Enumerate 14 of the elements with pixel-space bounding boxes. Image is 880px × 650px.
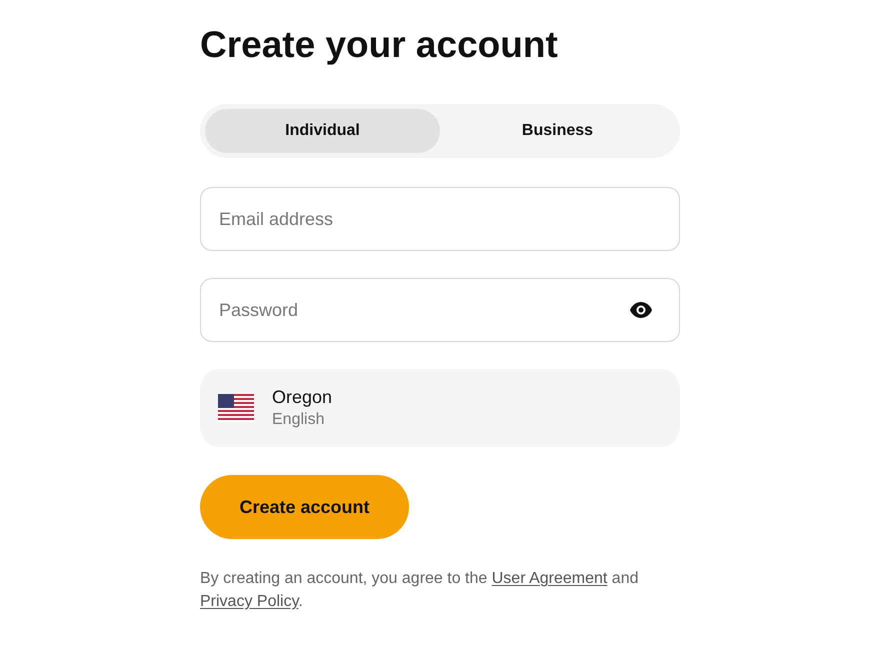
region-language: English	[272, 410, 326, 430]
page-title: Create your account	[200, 23, 558, 67]
password-field[interactable]: Password	[200, 278, 680, 342]
region-selector[interactable]: Oregon English	[200, 369, 680, 447]
account-type-tab[interactable]: Individual	[205, 109, 440, 153]
region-name: Oregon	[272, 386, 332, 409]
terms-link[interactable]: Privacy Policy	[200, 593, 298, 610]
terms-text: By creating an account, you agree to the User Agreement and Privacy Policy.	[200, 569, 640, 612]
email-field[interactable]: Email address	[200, 187, 680, 251]
create-account-button[interactable]: Create account	[200, 475, 409, 539]
eye-icon[interactable]	[629, 301, 653, 319]
flag-icon	[218, 394, 254, 422]
account-type-tab[interactable]: Business	[440, 109, 675, 153]
terms-link[interactable]: User Agreement	[492, 570, 608, 587]
